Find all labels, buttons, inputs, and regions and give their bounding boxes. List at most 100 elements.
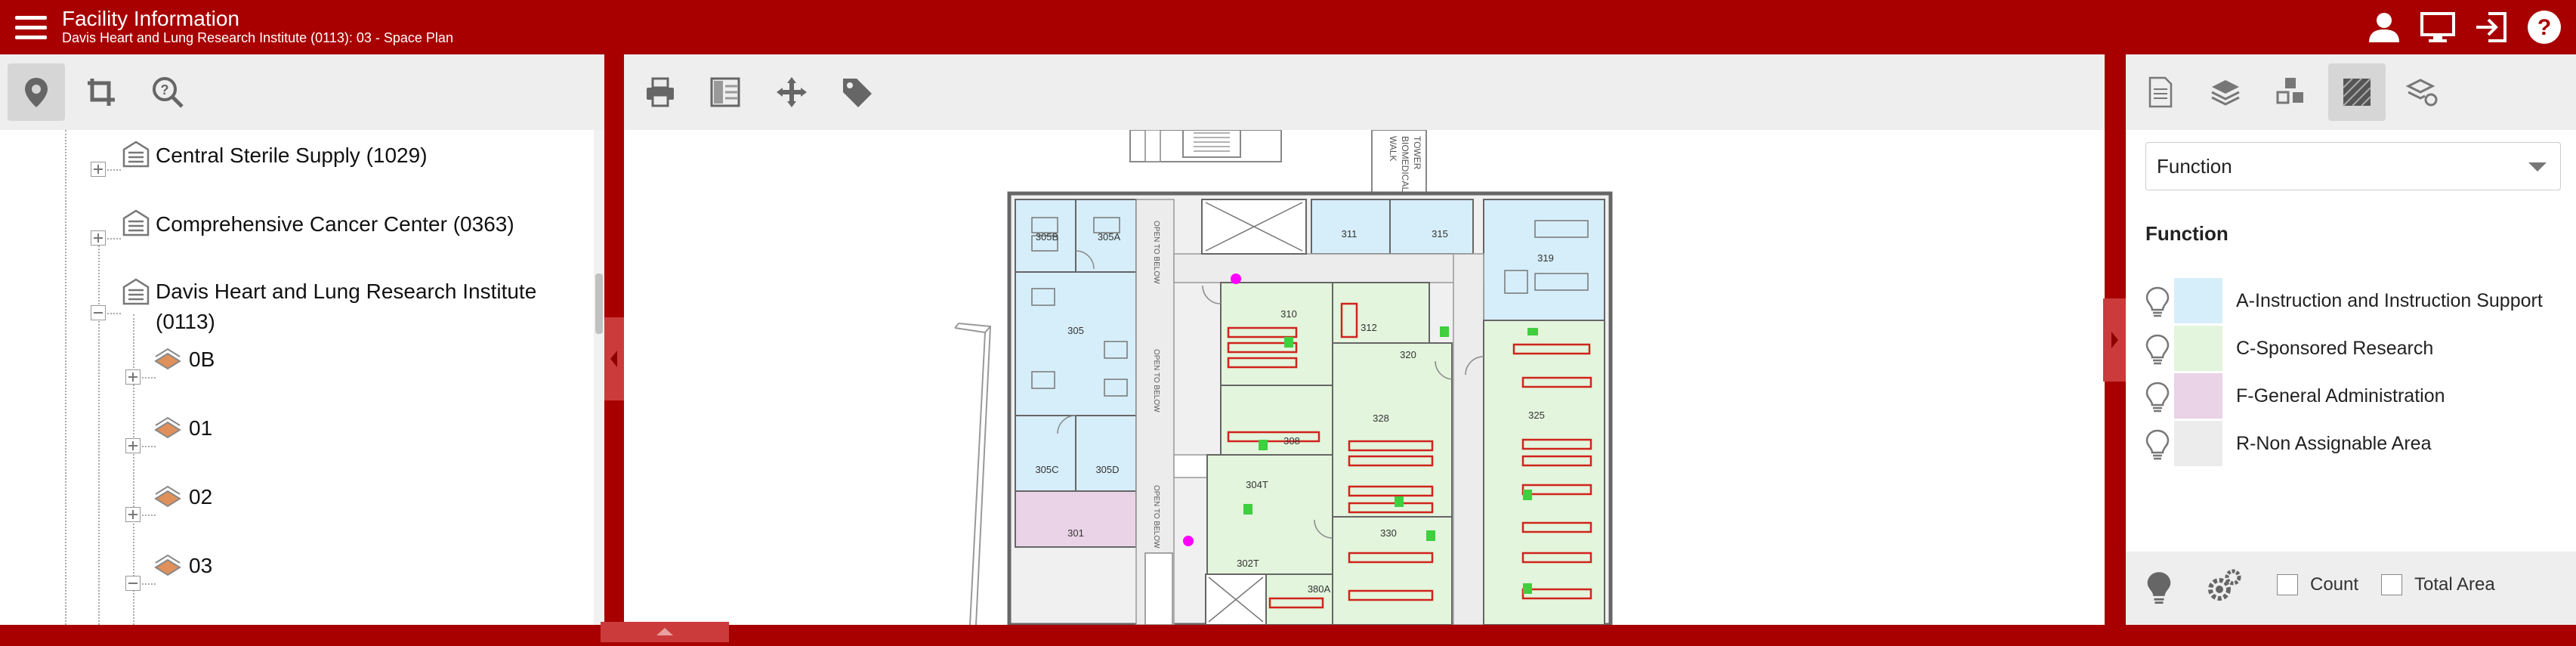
lightbulb-icon[interactable] bbox=[2144, 428, 2171, 462]
layers-button[interactable] bbox=[2197, 63, 2254, 121]
tag-button[interactable] bbox=[828, 63, 885, 121]
room-label: 302T bbox=[1237, 558, 1259, 569]
room-label: 308 bbox=[1283, 435, 1300, 447]
room-label: 305B bbox=[1036, 231, 1058, 243]
walkway-outline bbox=[954, 323, 992, 625]
tree-expand-toggle[interactable] bbox=[91, 230, 106, 246]
legend-item: A-Instruction and Instruction Support bbox=[2144, 278, 2567, 323]
tree-node-label[interactable]: Comprehensive Cancer Center (0363) bbox=[156, 209, 514, 240]
cubes-button[interactable] bbox=[2262, 63, 2319, 121]
legend-swatch bbox=[2174, 373, 2222, 419]
gears-icon[interactable] bbox=[2204, 568, 2242, 606]
stair-label: WALK bbox=[1388, 136, 1398, 162]
lightbulb-icon[interactable] bbox=[2144, 333, 2171, 366]
tree-floor-label[interactable]: 01 bbox=[189, 413, 212, 444]
tree-expand-toggle[interactable] bbox=[125, 507, 141, 522]
building-icon bbox=[122, 278, 150, 305]
query-search-button[interactable]: ? bbox=[139, 63, 196, 121]
hatch-fill-button[interactable] bbox=[2328, 63, 2386, 121]
panel-layout-button[interactable] bbox=[697, 63, 754, 121]
room-label: 304T bbox=[1246, 479, 1268, 490]
room-label: 330 bbox=[1380, 527, 1397, 539]
room-label: 315 bbox=[1432, 228, 1448, 240]
location-marker[interactable] bbox=[1183, 536, 1194, 546]
legend-title: Function bbox=[2145, 222, 2229, 245]
lightbulb-icon[interactable] bbox=[2144, 286, 2171, 319]
map-toolbar bbox=[624, 54, 2105, 130]
tree-node-label[interactable]: Central Sterile Supply (1029) bbox=[156, 141, 428, 171]
legend-swatch bbox=[2174, 421, 2222, 466]
room-label: 311 bbox=[1342, 228, 1357, 240]
stair-tower bbox=[1129, 130, 1427, 194]
corridor-label: OPEN TO BELOW bbox=[1152, 485, 1160, 549]
tree-collapse-toggle[interactable] bbox=[91, 305, 106, 320]
right-panel-collapse-handle[interactable] bbox=[2103, 298, 2126, 382]
legend-label: C-Sponsored Research bbox=[2236, 338, 2434, 359]
room-label: 305C bbox=[1035, 464, 1058, 475]
hamburger-menu-icon[interactable] bbox=[14, 11, 48, 44]
function-dropdown[interactable]: Function bbox=[2145, 142, 2561, 190]
floor-icon bbox=[154, 554, 181, 576]
query-search-icon: ? bbox=[153, 77, 184, 108]
svg-text:?: ? bbox=[2537, 15, 2551, 40]
tree-floor-label[interactable]: 02 bbox=[189, 482, 212, 512]
location-pin-button[interactable] bbox=[8, 63, 65, 121]
total-area-checkbox[interactable] bbox=[2381, 574, 2402, 595]
lightbulb-icon[interactable] bbox=[2144, 570, 2174, 606]
left-panel-collapse-handle[interactable] bbox=[604, 317, 624, 400]
legend-label: R-Non Assignable Area bbox=[2236, 433, 2432, 454]
room-label: 301 bbox=[1067, 527, 1084, 539]
room-label: 305 bbox=[1067, 325, 1084, 336]
layers-icon bbox=[2211, 80, 2240, 106]
tree-scroll-thumb[interactable] bbox=[595, 274, 603, 334]
logout-icon[interactable] bbox=[2473, 9, 2510, 45]
lightbulb-icon[interactable] bbox=[2144, 381, 2171, 414]
right-footer: Count Total Area bbox=[2126, 552, 2576, 625]
chevron-down-icon bbox=[2528, 162, 2547, 172]
tree-expand-toggle[interactable] bbox=[91, 162, 106, 177]
tree-guide-line bbox=[98, 233, 100, 625]
legend-item: C-Sponsored Research bbox=[2144, 326, 2567, 371]
tree-expand-toggle[interactable] bbox=[125, 369, 141, 385]
panel-layout-icon bbox=[710, 77, 740, 107]
document-button[interactable] bbox=[2132, 63, 2189, 121]
crop-button[interactable] bbox=[73, 63, 130, 121]
room-label: 380A bbox=[1308, 583, 1331, 595]
room-label: 328 bbox=[1373, 413, 1389, 424]
pan-move-button[interactable] bbox=[763, 63, 820, 121]
corridor-label: OPEN TO BELOW bbox=[1152, 221, 1160, 284]
stair-label: BIOMEDICAL bbox=[1400, 136, 1410, 192]
location-pin-icon bbox=[25, 78, 48, 107]
tree-floor-label[interactable]: 0B bbox=[189, 345, 215, 375]
floor-icon bbox=[154, 485, 181, 508]
left-toolbar: ? bbox=[0, 54, 604, 130]
map-bottom-drawer-handle[interactable] bbox=[601, 622, 729, 642]
corridor-label: OPEN TO BELOW bbox=[1152, 349, 1160, 413]
tree-node-label-continued[interactable]: (0113) bbox=[156, 307, 215, 337]
floor-plan-map[interactable]: WALK BIOMEDICAL TOWER 305B 305A 311 315 … bbox=[624, 130, 2105, 625]
user-icon[interactable] bbox=[2366, 9, 2402, 45]
building-icon bbox=[122, 209, 150, 236]
count-checkbox[interactable] bbox=[2277, 574, 2298, 595]
tree-floor-label[interactable]: 03 bbox=[189, 551, 212, 581]
legend-label: A-Instruction and Instruction Support bbox=[2236, 290, 2543, 311]
function-dropdown-value: Function bbox=[2157, 155, 2232, 178]
print-icon bbox=[647, 77, 674, 107]
chevron-up-icon bbox=[656, 628, 673, 635]
tree-node-label[interactable]: Davis Heart and Lung Research Institute bbox=[156, 277, 536, 307]
location-marker[interactable] bbox=[1231, 274, 1241, 284]
research-rooms bbox=[1206, 282, 1605, 625]
tree-scrollbar[interactable] bbox=[594, 130, 604, 625]
chevron-left-icon bbox=[610, 351, 617, 367]
help-icon[interactable]: ? bbox=[2526, 9, 2562, 45]
layer-settings-button[interactable] bbox=[2393, 63, 2451, 121]
tree-collapse-toggle[interactable] bbox=[125, 576, 141, 591]
count-label: Count bbox=[2310, 574, 2359, 595]
tree-expand-toggle[interactable] bbox=[125, 438, 141, 453]
print-button[interactable] bbox=[632, 63, 689, 121]
cubes-icon bbox=[2276, 78, 2303, 104]
document-icon bbox=[2148, 76, 2173, 108]
tree-guide-line bbox=[65, 130, 66, 625]
monitor-icon[interactable] bbox=[2420, 9, 2456, 45]
room-label: 312 bbox=[1361, 322, 1377, 333]
